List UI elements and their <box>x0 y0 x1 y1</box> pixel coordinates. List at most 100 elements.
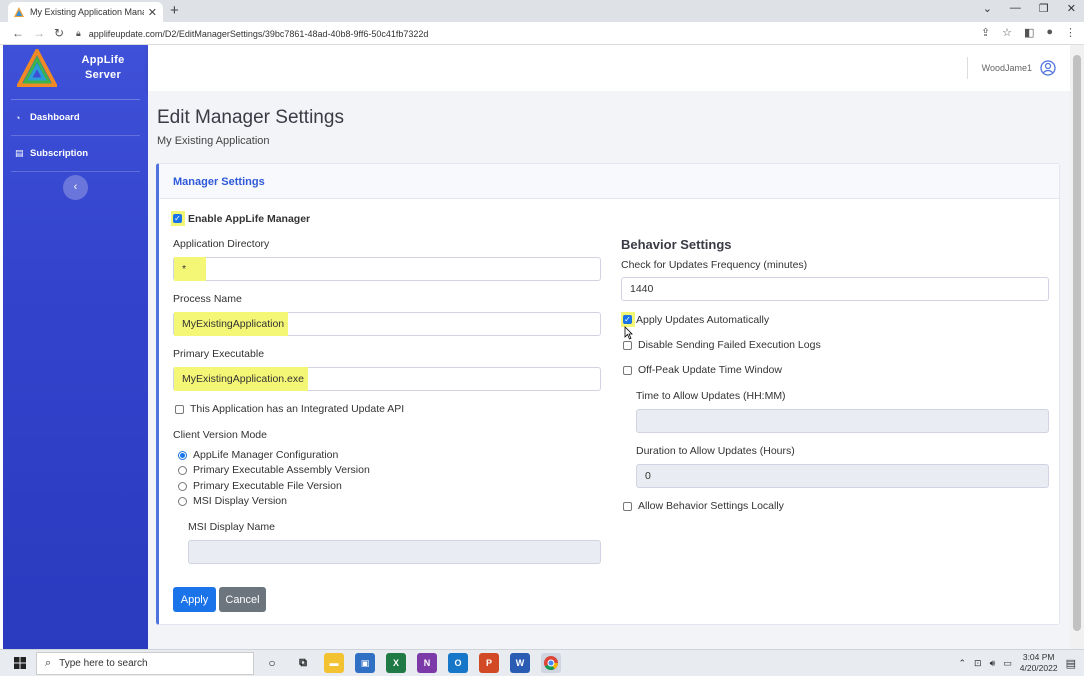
system-tray: ⌃ ⊡ 🔊︎ ▭ 3:04 PM 4/20/2022 ▤ <box>958 652 1076 674</box>
onenote-icon[interactable]: N <box>417 653 437 673</box>
clock-time: 3:04 PM <box>1022 652 1055 662</box>
share-icon[interactable]: ⇪ <box>981 26 990 39</box>
browser-tab[interactable]: My Existing Application Manager ✕ <box>8 2 163 22</box>
cortana-icon[interactable]: ○ <box>262 653 282 673</box>
card-header: Manager Settings <box>159 164 1059 199</box>
checkbox-unchecked-icon <box>623 501 632 511</box>
duration-allow-input[interactable]: 0 <box>636 464 1049 488</box>
msi-display-name-input[interactable] <box>188 540 601 564</box>
brand-line2: Server <box>84 69 122 81</box>
powerpoint-icon[interactable]: P <box>479 653 499 673</box>
username: WoodJame1 <box>981 63 1032 73</box>
client-version-mode-label: Client Version Mode <box>173 429 267 441</box>
reload-icon[interactable]: ↻ <box>54 26 64 40</box>
display-icon[interactable]: ▭ <box>1003 658 1012 669</box>
checkbox-checked-icon: ✓ <box>623 314 632 324</box>
notifications-icon[interactable]: ▤ <box>1066 657 1076 670</box>
forward-icon[interactable]: → <box>33 26 45 40</box>
user-avatar-icon <box>1040 60 1056 76</box>
duration-allow-value: 0 <box>645 470 651 482</box>
radio-unselected-icon <box>178 465 187 475</box>
check-frequency-input[interactable]: 1440 <box>621 277 1049 301</box>
page-subtitle: My Existing Application <box>157 135 270 147</box>
windows-start-icon[interactable] <box>14 657 26 669</box>
tray-chevron-icon[interactable]: ⌃ <box>958 658 966 669</box>
file-explorer-icon[interactable]: ▬ <box>324 653 344 673</box>
process-name-value: MyExistingApplication <box>174 312 289 336</box>
side-panel-icon[interactable]: ◧ <box>1024 26 1034 39</box>
cancel-button[interactable]: Cancel <box>219 587 266 612</box>
page-title: Edit Manager Settings <box>157 107 344 128</box>
apply-automatically-checkbox[interactable]: ✓ Apply Updates Automatically <box>621 312 769 327</box>
radio-label: AppLife Manager Configuration <box>193 449 339 461</box>
taskbar-clock[interactable]: 3:04 PM 4/20/2022 <box>1020 652 1058 674</box>
check-frequency-value: 1440 <box>630 283 654 295</box>
checkbox-unchecked-icon <box>623 340 632 350</box>
radio-file-version[interactable]: Primary Executable File Version <box>178 480 342 492</box>
radio-assembly-version[interactable]: Primary Executable Assembly Version <box>178 464 370 476</box>
mouse-cursor-icon <box>624 326 633 340</box>
radio-msi-display-version[interactable]: MSI Display Version <box>178 495 287 507</box>
tab-search-icon[interactable]: ⌄ <box>983 2 992 15</box>
sidebar-item-subscription[interactable]: ▤ Subscription <box>11 136 140 172</box>
enable-manager-checkbox[interactable]: ✓ Enable AppLife Manager <box>171 211 310 226</box>
page-scrollbar[interactable] <box>1070 45 1084 649</box>
primary-executable-value: MyExistingApplication.exe <box>174 367 308 391</box>
allow-local-label: Allow Behavior Settings Locally <box>638 500 784 512</box>
enable-manager-label: Enable AppLife Manager <box>188 212 311 225</box>
menu-kebab-icon[interactable]: ⋮ <box>1065 26 1076 39</box>
new-tab-icon[interactable]: + <box>170 2 179 19</box>
subscription-icon: ▤ <box>15 148 24 158</box>
clock-date: 4/20/2022 <box>1019 663 1058 673</box>
url-text: applifeupdate.com/D2/EditManagerSettings… <box>88 28 429 39</box>
restore-icon[interactable]: ❐ <box>1039 2 1049 15</box>
favicon-icon <box>14 7 24 17</box>
primary-executable-input[interactable]: MyExistingApplication.exe <box>173 367 601 391</box>
applife-logo-icon <box>17 49 57 87</box>
address-bar: ← → ↻ 🔒︎ applifeupdate.com/D2/EditManage… <box>0 22 1084 45</box>
time-allow-input[interactable] <box>636 409 1049 433</box>
time-allow-label: Time to Allow Updates (HH:MM) <box>636 390 786 402</box>
sidebar-item-dashboard[interactable]: ◔ Dashboard <box>11 100 140 136</box>
sidebar: AppLife Server ◔ Dashboard ▤ Subscriptio… <box>3 45 148 649</box>
word-icon[interactable]: W <box>510 653 530 673</box>
app-directory-input[interactable]: * <box>173 257 601 281</box>
tab-close-icon[interactable]: ✕ <box>148 6 157 19</box>
task-view-icon[interactable]: ⧉ <box>293 653 313 673</box>
scrollbar-thumb[interactable] <box>1073 55 1081 631</box>
excel-icon[interactable]: X <box>386 653 406 673</box>
store-icon[interactable]: ▣ <box>355 653 375 673</box>
process-name-input[interactable]: MyExistingApplication <box>173 312 601 336</box>
volume-icon[interactable]: 🔊︎ <box>990 658 996 669</box>
url-field[interactable]: 🔒︎ applifeupdate.com/D2/EditManagerSetti… <box>76 25 986 42</box>
bookmark-star-icon[interactable]: ☆ <box>1002 26 1012 39</box>
radio-label: MSI Display Version <box>193 495 287 507</box>
check-frequency-label: Check for Updates Frequency (minutes) <box>621 259 808 271</box>
close-window-icon[interactable]: ✕ <box>1067 2 1076 15</box>
allow-local-checkbox[interactable]: Allow Behavior Settings Locally <box>623 500 784 512</box>
dashboard-icon: ◔ <box>15 112 21 123</box>
disable-logs-checkbox[interactable]: Disable Sending Failed Execution Logs <box>623 339 821 351</box>
minimize-icon[interactable]: — <box>1010 2 1021 15</box>
user-menu[interactable]: WoodJame1 <box>966 57 1056 79</box>
process-name-label: Process Name <box>173 293 242 305</box>
outlook-icon[interactable]: O <box>448 653 468 673</box>
radio-applife-manager-config[interactable]: AppLife Manager Configuration <box>178 449 338 461</box>
duration-allow-label: Duration to Allow Updates (Hours) <box>636 445 795 457</box>
integrated-api-checkbox[interactable]: This Application has an Integrated Updat… <box>175 403 404 415</box>
browser-tabbar: My Existing Application Manager ✕ + ⌄ — … <box>0 0 1084 22</box>
offpeak-checkbox[interactable]: Off-Peak Update Time Window <box>623 364 782 376</box>
chrome-icon[interactable] <box>541 653 561 673</box>
sidebar-collapse-button[interactable]: ‹ <box>63 175 88 200</box>
apply-button[interactable]: Apply <box>173 587 216 612</box>
radio-unselected-icon <box>178 496 187 506</box>
windows-taskbar: ⌕ Type here to search ○ ⧉ ▬ ▣ X N O P W … <box>0 649 1084 676</box>
taskbar-search-input[interactable]: ⌕ Type here to search <box>36 652 254 675</box>
network-icon[interactable]: ⊡ <box>974 658 982 669</box>
back-icon[interactable]: ← <box>12 26 24 40</box>
profile-icon[interactable]: ● <box>1046 26 1053 39</box>
brand[interactable]: AppLife Server <box>11 45 140 100</box>
search-icon: ⌕ <box>45 657 52 669</box>
brand-name: AppLife Server <box>73 53 133 83</box>
disable-logs-label: Disable Sending Failed Execution Logs <box>638 339 821 351</box>
